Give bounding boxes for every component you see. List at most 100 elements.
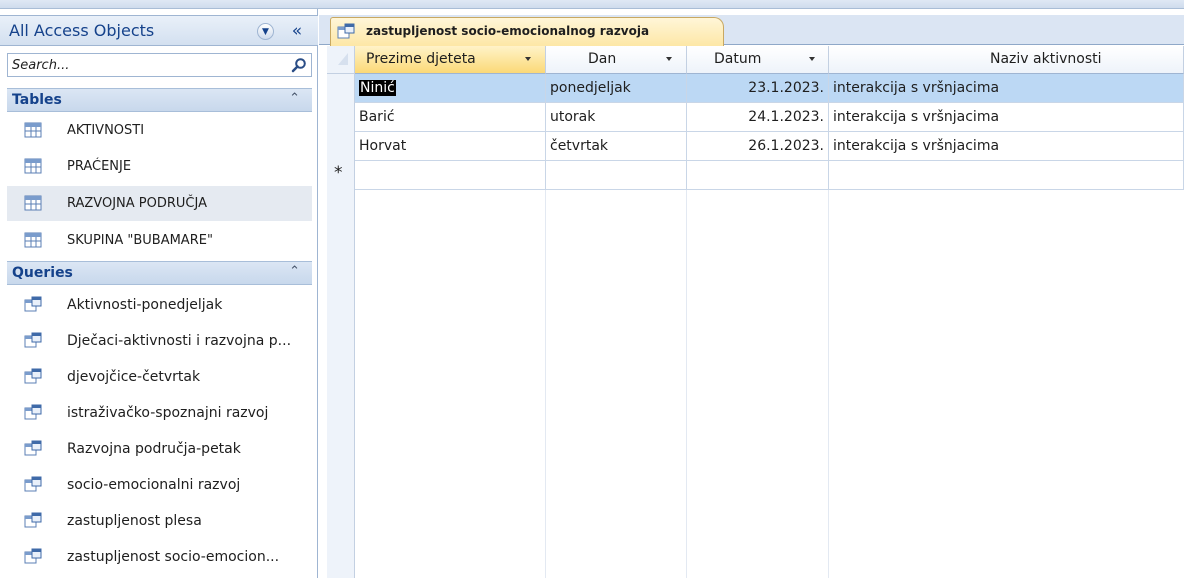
tab-label: zastupljenost socio-emocionalnog razvoja bbox=[366, 24, 650, 38]
cell-dan[interactable]: četvrtak bbox=[546, 132, 687, 161]
group-label: Tables bbox=[12, 92, 62, 108]
collapse-group-icon[interactable]: ⌃ bbox=[289, 264, 300, 279]
nav-item-query[interactable]: djevojčice-četvrtak bbox=[7, 359, 312, 394]
nav-item-query[interactable]: Razvojna područja-petak bbox=[7, 431, 312, 466]
nav-item-label: PRAĆENJE bbox=[67, 159, 132, 174]
chevron-down-icon[interactable] bbox=[809, 57, 815, 61]
nav-item-label: djevojčice-četvrtak bbox=[67, 368, 201, 385]
cell-value: ponedjeljak bbox=[550, 80, 631, 96]
table-row[interactable]: Horvat četvrtak 26.1.2023. interakcija s… bbox=[355, 132, 1184, 161]
query-icon bbox=[24, 332, 42, 348]
column-header-datum[interactable]: Datum bbox=[687, 46, 829, 74]
cell-prezime[interactable] bbox=[355, 161, 546, 190]
cell-value: interakcija s vršnjacima bbox=[833, 80, 1000, 96]
column-header-label: Datum bbox=[714, 51, 762, 67]
chevron-down-icon[interactable] bbox=[525, 57, 531, 61]
nav-item-query[interactable]: zastupljenost plesa bbox=[7, 503, 312, 538]
cell-aktivnost[interactable]: interakcija s vršnjacima bbox=[829, 103, 1184, 132]
cell-value: 24.1.2023. bbox=[748, 109, 824, 125]
query-icon bbox=[24, 512, 42, 528]
record-selector-column bbox=[327, 46, 355, 578]
nav-item-table[interactable]: SKUPINA "BUBAMARE" bbox=[7, 223, 312, 258]
nav-item-label: zastupljenost socio-emocion... bbox=[67, 548, 280, 565]
table-icon bbox=[24, 195, 42, 211]
tab-query-document[interactable]: zastupljenost socio-emocionalnog razvoja bbox=[330, 17, 724, 46]
table-icon bbox=[24, 232, 42, 248]
table-row[interactable]: Ninić ponedjeljak 23.1.2023. interakcija… bbox=[355, 74, 1184, 103]
cell-value: četvrtak bbox=[550, 138, 609, 154]
column-header-prezime[interactable]: Prezime djeteta bbox=[355, 46, 546, 74]
new-record-icon: * bbox=[334, 163, 343, 183]
cell-dan[interactable] bbox=[546, 161, 687, 190]
query-icon bbox=[24, 548, 42, 564]
cell-datum[interactable]: 23.1.2023. bbox=[687, 74, 829, 103]
group-header-tables[interactable]: Tables ⌃ bbox=[7, 88, 312, 112]
group-header-queries[interactable]: Queries ⌃ bbox=[7, 261, 312, 285]
navigation-pane: All Access Objects ▼ « Tables ⌃ AKTIVNOS… bbox=[0, 9, 318, 578]
nav-pane-title[interactable]: All Access Objects bbox=[9, 21, 154, 40]
nav-item-label: istraživačko-spoznajni razvoj bbox=[67, 404, 269, 421]
cell-dan[interactable]: ponedjeljak bbox=[546, 74, 687, 103]
nav-pane-header[interactable]: All Access Objects ▼ « bbox=[0, 15, 318, 46]
nav-item-query[interactable]: zastupljenost socio-emocion... bbox=[7, 539, 312, 574]
cell-prezime[interactable]: Horvat bbox=[355, 132, 546, 161]
cell-value: Barić bbox=[359, 109, 395, 125]
document-tabstrip: zastupljenost socio-emocionalnog razvoja bbox=[319, 15, 1184, 46]
select-all-corner[interactable] bbox=[327, 46, 355, 74]
group-label: Queries bbox=[12, 265, 73, 281]
cell-prezime[interactable]: Barić bbox=[355, 103, 546, 132]
nav-item-query[interactable]: socio-emocionalni razvoj bbox=[7, 467, 312, 502]
nav-item-table[interactable]: AKTIVNOSTI bbox=[7, 113, 312, 148]
datasheet-grid: Prezime djeteta Dan Datum Naziv aktivnos… bbox=[319, 46, 1184, 578]
nav-item-label: AKTIVNOSTI bbox=[67, 123, 145, 138]
nav-item-label: zastupljenost plesa bbox=[67, 512, 202, 529]
cell-datum[interactable]: 26.1.2023. bbox=[687, 132, 829, 161]
nav-item-label: Aktivnosti-ponedjeljak bbox=[67, 296, 223, 313]
query-icon bbox=[24, 296, 42, 312]
nav-item-query[interactable]: istraživačko-spoznajni razvoj bbox=[7, 395, 312, 430]
cell-aktivnost[interactable] bbox=[829, 161, 1184, 190]
nav-item-query[interactable]: Dječaci-aktivnosti i razvojna p... bbox=[7, 323, 312, 358]
chevron-down-icon[interactable] bbox=[666, 57, 672, 61]
cell-value: interakcija s vršnjacima bbox=[833, 109, 1000, 125]
select-all-icon bbox=[338, 53, 348, 65]
cell-dan[interactable]: utorak bbox=[546, 103, 687, 132]
cell-value: 26.1.2023. bbox=[748, 138, 824, 154]
nav-item-table[interactable]: PRAĆENJE bbox=[7, 149, 312, 184]
nav-item-query[interactable]: Aktivnosti-ponedjeljak bbox=[7, 287, 312, 322]
cell-prezime[interactable]: Ninić bbox=[355, 74, 546, 103]
column-header-label: Dan bbox=[588, 51, 617, 67]
cell-value: 23.1.2023. bbox=[748, 80, 824, 96]
nav-search-box bbox=[7, 53, 312, 77]
column-header-dan[interactable]: Dan bbox=[546, 46, 687, 74]
cell-aktivnost[interactable]: interakcija s vršnjacima bbox=[829, 74, 1184, 103]
document-area: zastupljenost socio-emocionalnog razvoja… bbox=[319, 9, 1184, 578]
search-icon[interactable] bbox=[291, 57, 307, 73]
column-header-aktivnost[interactable]: Naziv aktivnosti bbox=[829, 46, 1184, 74]
nav-item-label: Razvojna područja-petak bbox=[67, 440, 241, 457]
nav-item-table[interactable]: RAZVOJNA PODRUČJA bbox=[7, 186, 312, 221]
cell-value: Horvat bbox=[359, 138, 407, 154]
nav-item-label: Dječaci-aktivnosti i razvojna p... bbox=[67, 332, 292, 349]
nav-item-label: RAZVOJNA PODRUČJA bbox=[67, 196, 207, 211]
cell-datum[interactable]: 24.1.2023. bbox=[687, 103, 829, 132]
nav-item-label: SKUPINA "BUBAMARE" bbox=[67, 233, 213, 248]
query-icon bbox=[24, 368, 42, 384]
ribbon-edge bbox=[0, 0, 1184, 9]
collapse-group-icon[interactable]: ⌃ bbox=[289, 91, 300, 106]
nav-item-label: socio-emocionalni razvoj bbox=[67, 476, 241, 493]
collapse-pane-icon[interactable]: « bbox=[286, 20, 308, 42]
table-icon bbox=[24, 158, 42, 174]
cell-datum[interactable] bbox=[687, 161, 829, 190]
cell-value: interakcija s vršnjacima bbox=[833, 138, 1000, 154]
chevron-down-icon[interactable]: ▼ bbox=[257, 23, 274, 40]
new-record-row[interactable] bbox=[355, 161, 1184, 190]
cell-aktivnost[interactable]: interakcija s vršnjacima bbox=[829, 132, 1184, 161]
table-row[interactable]: Barić utorak 24.1.2023. interakcija s vr… bbox=[355, 103, 1184, 132]
query-icon bbox=[24, 404, 42, 420]
column-header-label: Naziv aktivnosti bbox=[990, 51, 1102, 67]
cell-value[interactable]: Ninić bbox=[359, 80, 396, 96]
query-icon bbox=[337, 23, 355, 39]
search-input[interactable] bbox=[8, 54, 286, 76]
query-icon bbox=[24, 440, 42, 456]
